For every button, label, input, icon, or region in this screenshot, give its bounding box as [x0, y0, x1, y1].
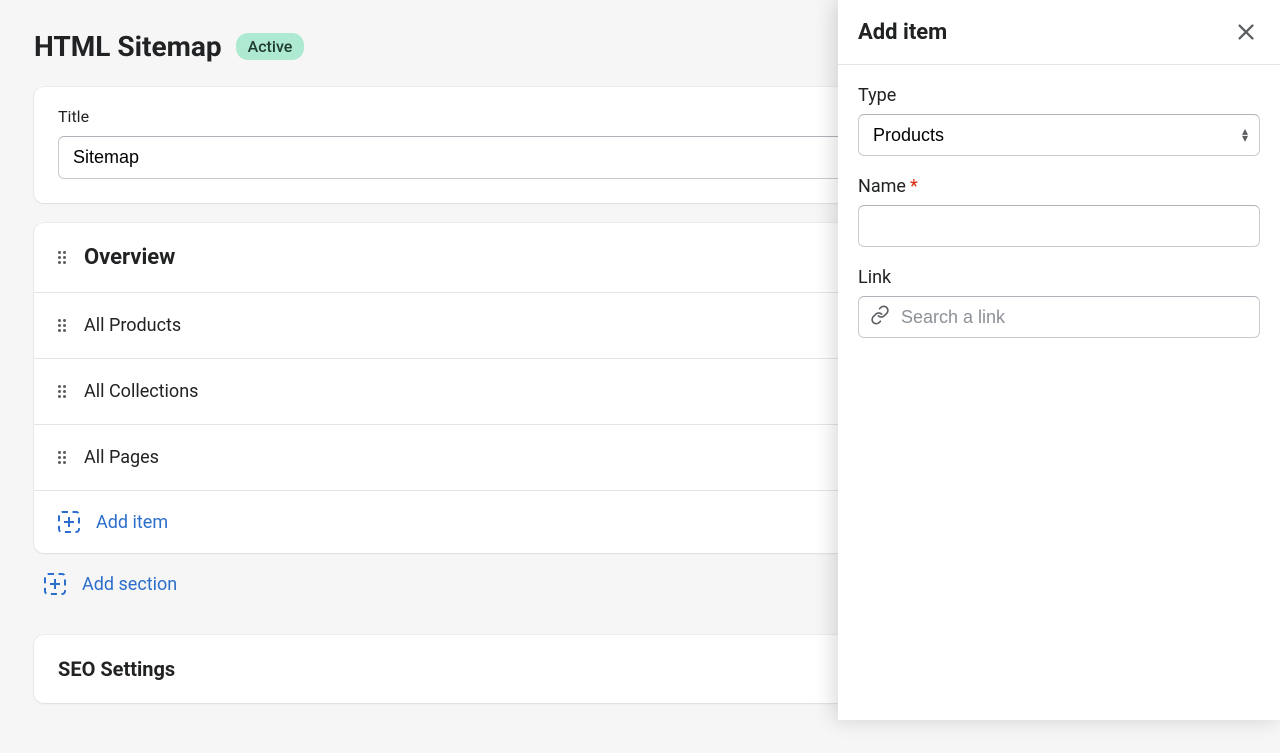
drag-handle-icon[interactable] — [58, 251, 68, 264]
link-input[interactable] — [858, 296, 1260, 338]
close-icon — [1235, 21, 1257, 43]
list-item-label: All Collections — [84, 381, 198, 402]
status-badge: Active — [236, 33, 305, 60]
panel-body: Type Products ▴▾ Name* Link — [838, 65, 1280, 358]
drag-handle-icon[interactable] — [58, 319, 68, 332]
list-item-label: All Pages — [84, 447, 159, 468]
panel-title: Add item — [858, 20, 947, 45]
type-field: Type Products ▴▾ — [858, 85, 1260, 156]
add-icon — [44, 573, 66, 595]
section-title: Overview — [84, 245, 175, 270]
add-item-label: Add item — [96, 512, 168, 533]
type-label: Type — [858, 85, 1260, 106]
list-item-label: All Products — [84, 315, 181, 336]
name-input[interactable] — [858, 205, 1260, 247]
add-icon — [58, 511, 80, 533]
link-icon — [870, 305, 890, 329]
link-field: Link — [858, 267, 1260, 338]
panel-header: Add item — [838, 0, 1280, 65]
page-title: HTML Sitemap — [34, 30, 222, 63]
type-select[interactable]: Products — [858, 114, 1260, 156]
name-field: Name* — [858, 176, 1260, 247]
name-label: Name* — [858, 176, 1260, 197]
link-label: Link — [858, 267, 1260, 288]
required-indicator: * — [910, 176, 918, 197]
drag-handle-icon[interactable] — [58, 385, 68, 398]
drag-handle-icon[interactable] — [58, 451, 68, 464]
add-section-label: Add section — [82, 574, 177, 595]
close-button[interactable] — [1232, 18, 1260, 46]
add-item-panel: Add item Type Products ▴▾ Name* — [838, 0, 1280, 720]
